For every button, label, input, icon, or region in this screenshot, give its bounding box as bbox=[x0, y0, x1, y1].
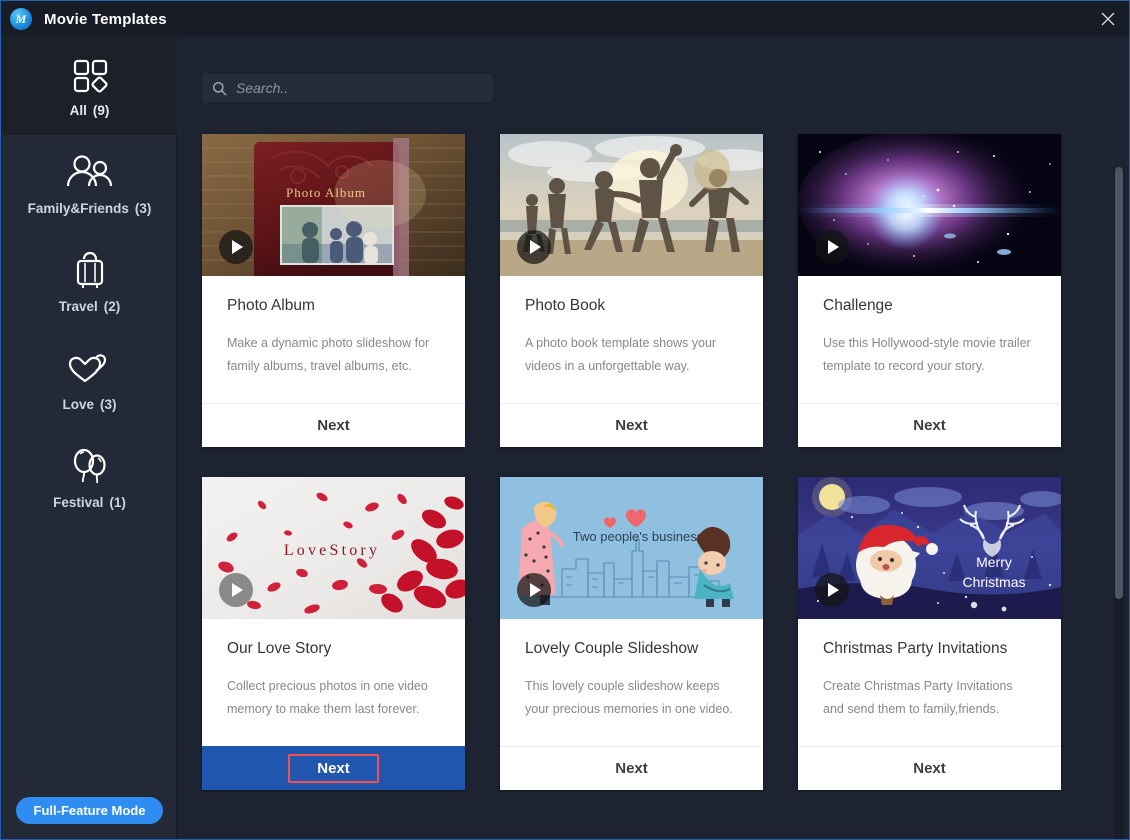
close-glyph bbox=[1101, 12, 1115, 26]
template-description: A photo book template shows your videos … bbox=[525, 336, 717, 373]
movie-templates-window: M Movie Templates All (9) Family&Friends… bbox=[0, 0, 1130, 840]
template-card[interactable]: Photo Book A photo book template shows y… bbox=[500, 134, 763, 447]
app-logo-icon: M bbox=[10, 8, 32, 30]
search-input[interactable] bbox=[236, 80, 483, 96]
scrollbar-track[interactable] bbox=[1114, 167, 1124, 839]
play-triangle-icon bbox=[232, 583, 243, 597]
sidebar-item-family-friends[interactable]: Family&Friends (3) bbox=[2, 135, 177, 233]
play-button[interactable] bbox=[517, 573, 551, 607]
next-button[interactable]: Next bbox=[798, 403, 1061, 447]
play-button[interactable] bbox=[219, 230, 253, 264]
thumb-caption-line2: Christmas bbox=[962, 574, 1025, 590]
template-description: Make a dynamic photo slideshow for famil… bbox=[227, 336, 430, 373]
play-triangle-icon bbox=[530, 240, 541, 254]
template-info: Christmas Party Invitations Create Chris… bbox=[798, 619, 1061, 746]
close-icon[interactable] bbox=[1085, 1, 1129, 37]
next-button[interactable]: Next bbox=[798, 746, 1061, 790]
window-title: Movie Templates bbox=[44, 10, 167, 28]
play-button[interactable] bbox=[815, 230, 849, 264]
template-description: Create Christmas Party Invitations and s… bbox=[823, 679, 1013, 716]
next-button[interactable]: Next bbox=[202, 746, 465, 790]
play-triangle-icon bbox=[828, 240, 839, 254]
play-button[interactable] bbox=[517, 230, 551, 264]
template-card[interactable]: Two people's business Lovely Couple Slid… bbox=[500, 477, 763, 790]
sidebar-item-label: Family&Friends (3) bbox=[27, 200, 152, 216]
title-bar: M Movie Templates bbox=[1, 1, 1129, 37]
scrollbar-thumb[interactable] bbox=[1115, 167, 1123, 599]
template-card[interactable]: Challenge Use this Hollywood-style movie… bbox=[798, 134, 1061, 447]
grid-icon bbox=[67, 55, 113, 95]
template-grid: Photo Album Photo Album Make a dynamic p… bbox=[202, 134, 1092, 790]
template-title: Photo Book bbox=[525, 297, 606, 314]
template-card[interactable]: Merry Christmas Christmas Party Invitati… bbox=[798, 477, 1061, 790]
play-button[interactable] bbox=[219, 573, 253, 607]
template-info: Challenge Use this Hollywood-style movie… bbox=[798, 276, 1061, 403]
sidebar-item-label: All (9) bbox=[69, 102, 110, 118]
template-info: Our Love Story Collect precious photos i… bbox=[202, 619, 465, 746]
sidebar-item-love[interactable]: Love (3) bbox=[2, 331, 177, 429]
next-button[interactable]: Next bbox=[202, 403, 465, 447]
template-title: Lovely Couple Slideshow bbox=[525, 640, 699, 657]
app-logo-letter: M bbox=[15, 11, 27, 26]
template-title: Christmas Party Invitations bbox=[823, 640, 1008, 657]
template-card[interactable]: Photo Album Photo Album Make a dynamic p… bbox=[202, 134, 465, 447]
thumb-caption-text: Two people's business bbox=[573, 529, 704, 544]
next-button[interactable]: Next bbox=[500, 403, 763, 447]
sidebar: All (9) Family&Friends (3) Travel (2) Lo… bbox=[2, 37, 177, 839]
play-triangle-icon bbox=[232, 240, 243, 254]
people-icon bbox=[62, 153, 118, 193]
play-button[interactable] bbox=[815, 573, 849, 607]
template-thumbnail[interactable]: Merry Christmas bbox=[798, 477, 1061, 619]
template-info: Photo Book A photo book template shows y… bbox=[500, 276, 763, 403]
sidebar-item-all[interactable]: All (9) bbox=[2, 37, 177, 135]
template-title: Our Love Story bbox=[227, 640, 332, 657]
template-info: Lovely Couple Slideshow This lovely coup… bbox=[500, 619, 763, 746]
template-info: Photo Album Make a dynamic photo slidesh… bbox=[202, 276, 465, 403]
template-description: Collect precious photos in one video mem… bbox=[227, 679, 428, 716]
template-thumbnail[interactable] bbox=[798, 134, 1061, 276]
template-thumbnail[interactable] bbox=[500, 134, 763, 276]
main-content: Photo Album bbox=[177, 37, 1129, 839]
sidebar-item-travel[interactable]: Travel (2) bbox=[2, 233, 177, 331]
sidebar-item-festival[interactable]: Festival (1) bbox=[2, 429, 177, 527]
search-icon bbox=[212, 81, 227, 96]
template-thumbnail[interactable]: Photo Album bbox=[202, 134, 465, 276]
sidebar-item-label: Festival (1) bbox=[53, 494, 126, 510]
template-title: Challenge bbox=[823, 297, 893, 314]
full-feature-mode-button[interactable]: Full-Feature Mode bbox=[16, 797, 163, 824]
next-button[interactable]: Next bbox=[500, 746, 763, 790]
template-card[interactable]: LoveStory Our Love Story Collect preciou… bbox=[202, 477, 465, 790]
template-description: This lovely couple slideshow keeps your … bbox=[525, 679, 733, 716]
thumb-caption-text: LoveStory bbox=[284, 542, 380, 559]
sidebar-item-label: Travel (2) bbox=[58, 298, 121, 314]
search-bar[interactable] bbox=[202, 74, 493, 102]
next-button-label: Next bbox=[288, 753, 379, 783]
play-triangle-icon bbox=[828, 583, 839, 597]
play-triangle-icon bbox=[530, 583, 541, 597]
balloons-icon bbox=[65, 447, 115, 487]
template-thumbnail[interactable]: LoveStory bbox=[202, 477, 465, 619]
template-thumbnail[interactable]: Two people's business bbox=[500, 477, 763, 619]
hearts-icon bbox=[64, 349, 116, 389]
template-title: Photo Album bbox=[227, 297, 315, 314]
sidebar-item-label: Love (3) bbox=[62, 396, 117, 412]
luggage-icon bbox=[67, 251, 113, 291]
template-description: Use this Hollywood-style movie trailer t… bbox=[823, 336, 1031, 373]
thumb-caption-line1: Merry bbox=[976, 554, 1012, 570]
